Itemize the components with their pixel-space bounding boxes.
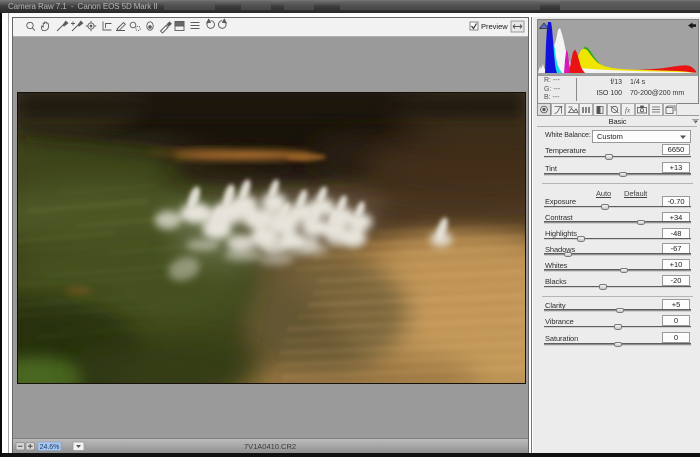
svg-text:24.6%: 24.6% <box>40 444 60 451</box>
svg-text:Preview: Preview <box>481 22 508 31</box>
svg-text:7V1A0410.CR2: 7V1A0410.CR2 <box>244 442 296 451</box>
svg-text:fx: fx <box>625 107 631 115</box>
